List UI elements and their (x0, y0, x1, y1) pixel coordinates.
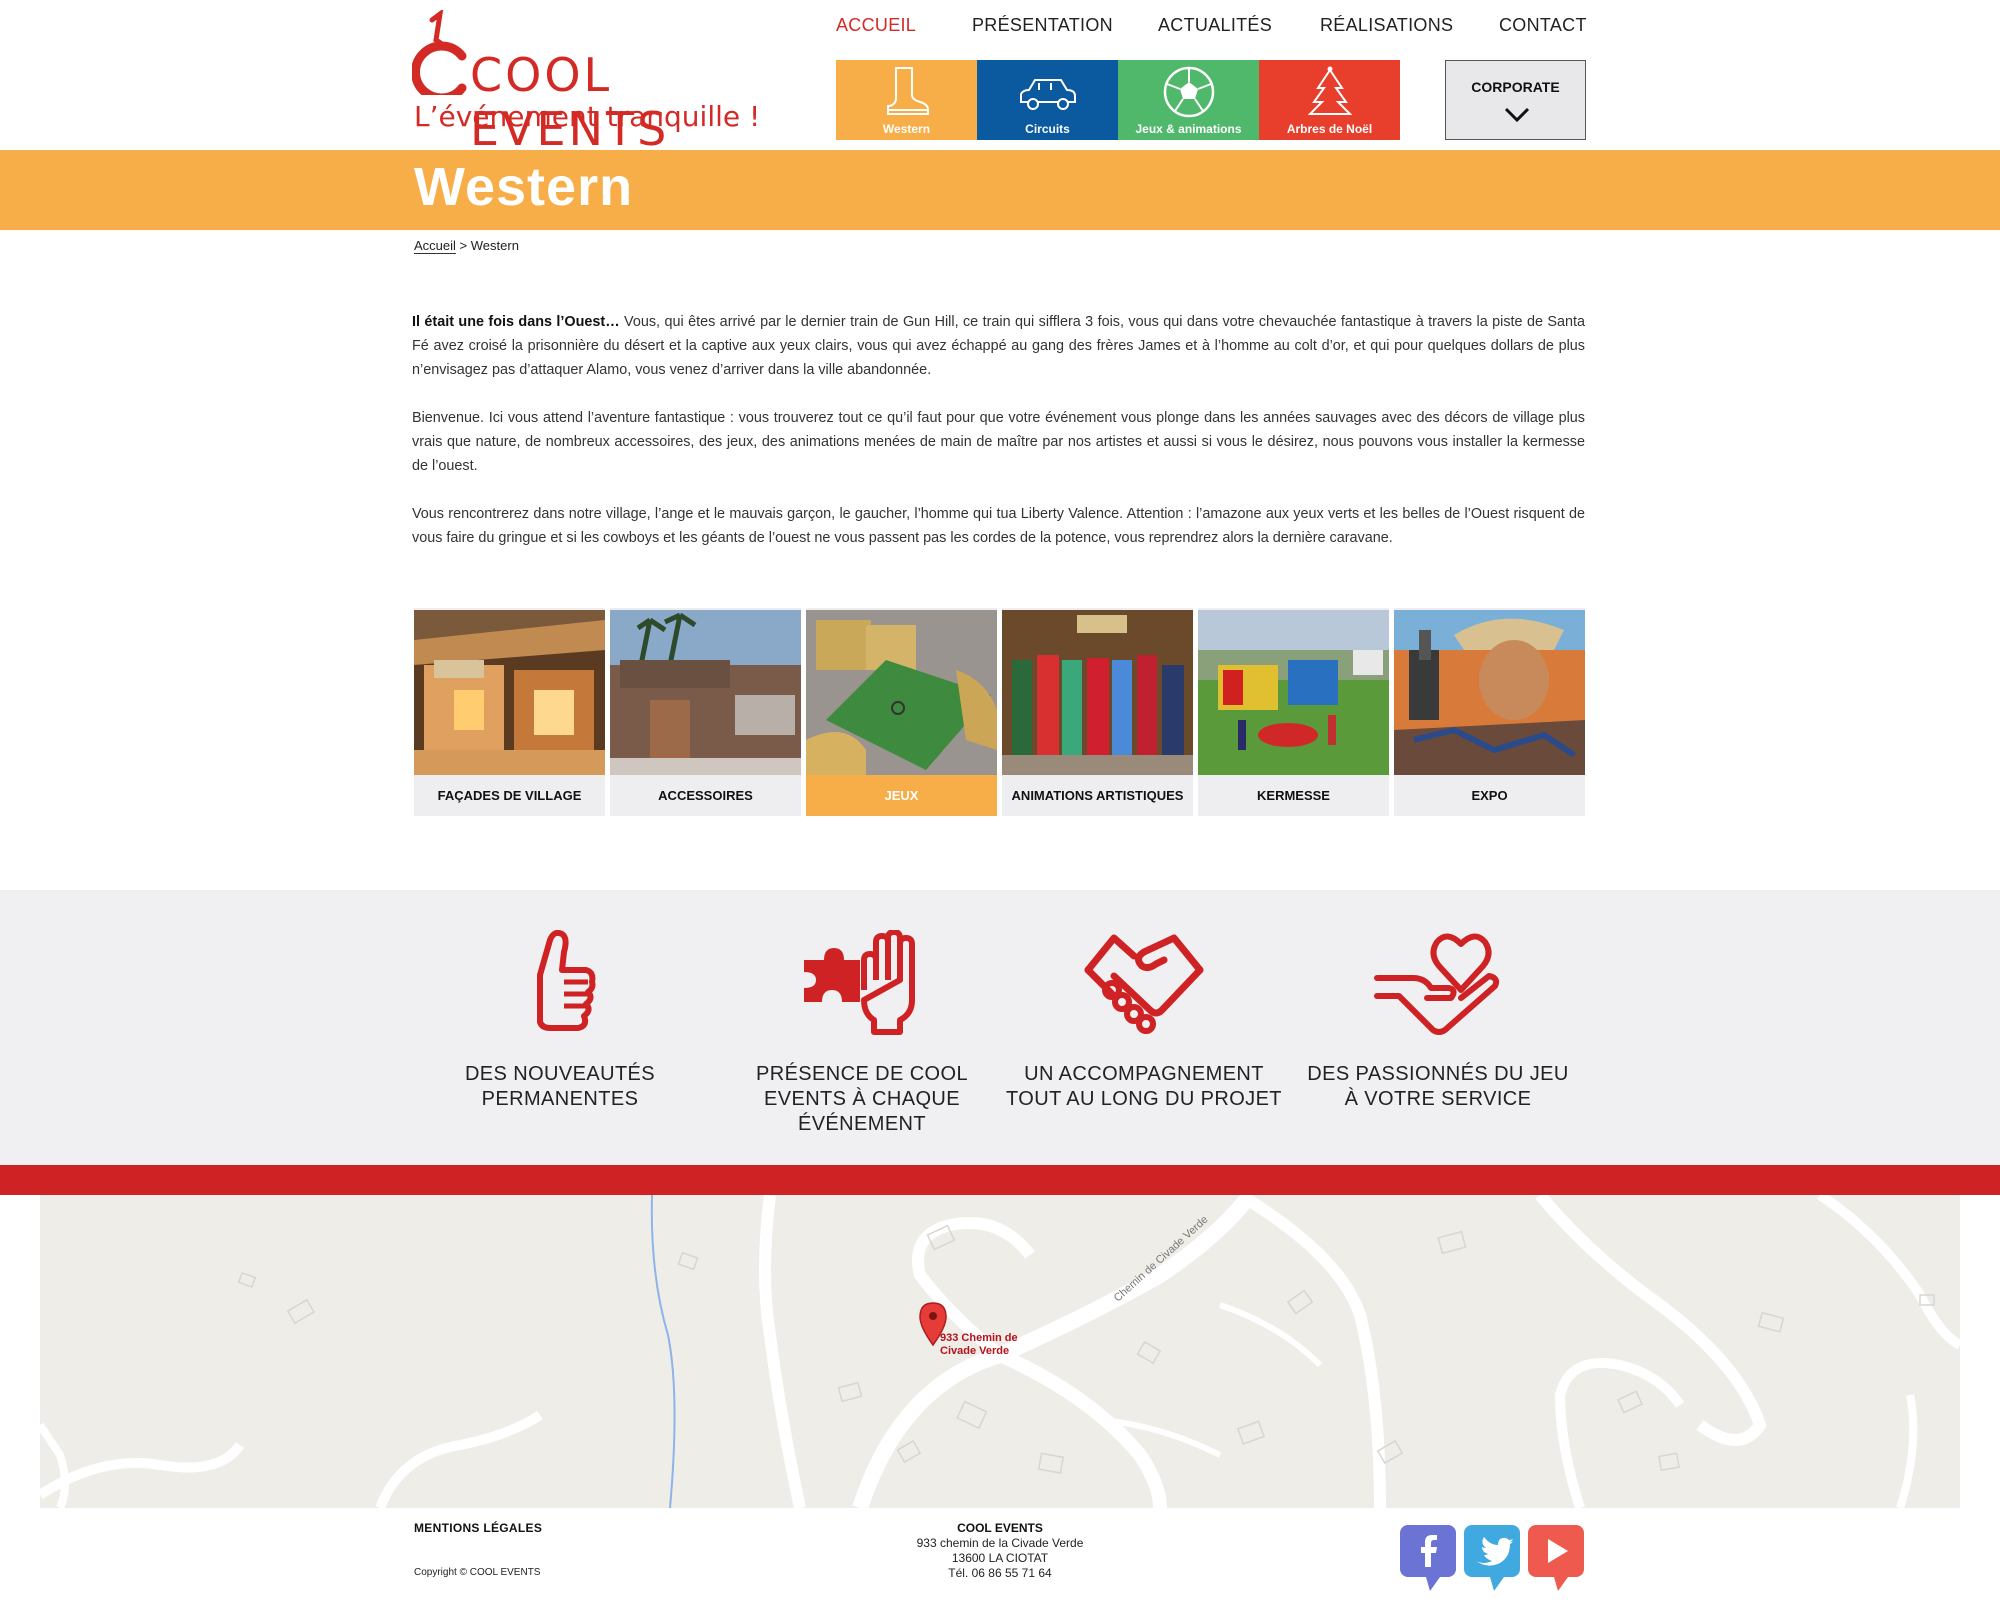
gallery-item-jeux[interactable]: JEUX (806, 608, 997, 816)
nav-actualites[interactable]: ACTUALITÉS (1158, 15, 1272, 36)
gallery-caption: EXPO (1471, 788, 1508, 803)
gallery-caption: KERMESSE (1257, 788, 1330, 803)
accessoires-photo (610, 610, 801, 775)
features-section: DES NOUVEAUTÉS PERMANENTES PRÉSENCE DE C… (0, 890, 2000, 1165)
category-label: Jeux & animations (1135, 122, 1242, 136)
christmas-tree-icon (1307, 66, 1352, 115)
gallery-item-accessoires[interactable]: ACCESSOIRES (610, 608, 801, 816)
category-label: Western (882, 122, 931, 136)
gallery-item-facades[interactable]: FAÇADES DE VILLAGE (414, 608, 605, 816)
category-western[interactable]: Western (836, 60, 977, 140)
category-noel[interactable]: Arbres de Noël (1259, 60, 1400, 140)
breadcrumb-separator: > (459, 238, 468, 253)
location-map[interactable]: Chemin de Civade Verde 933 Chemin de Civ… (40, 1195, 1960, 1508)
main-navigation: ACCUEIL PRÉSENTATION ACTUALITÉS RÉALISAT… (836, 15, 1586, 45)
nav-accueil[interactable]: ACCUEIL (836, 15, 916, 36)
puzzle-hand-icon (804, 930, 915, 1035)
twitter-icon (1464, 1525, 1520, 1591)
nav-realisations[interactable]: RÉALISATIONS (1320, 15, 1453, 36)
heart-hand-icon (1374, 933, 1500, 1035)
gallery-caption: FAÇADES DE VILLAGE (437, 788, 582, 803)
breadcrumb: Accueil > Western (414, 238, 519, 254)
feature-label: DES NOUVEAUTÉS PERMANENTES (464, 1063, 656, 1110)
footer-company: COOL EVENTS (957, 1521, 1043, 1535)
facebook-link[interactable] (1400, 1525, 1456, 1591)
pin-label-line: 933 Chemin de (940, 1332, 1018, 1344)
gallery-caption: ANIMATIONS ARTISTIQUES (1011, 788, 1184, 803)
copyright: Copyright © COOL EVENTS (414, 1567, 541, 1578)
feature-nouveautes: DES NOUVEAUTÉS PERMANENTES (420, 890, 700, 1165)
content-paragraph: Vous rencontrerez dans notre village, l’… (412, 506, 1585, 546)
main-content: Il était une fois dans l’Ouest… Vous, qu… (412, 310, 1585, 574)
gallery-caption: ACCESSOIRES (658, 788, 753, 803)
footer-address-line: 13600 LA CIOTAT (951, 1551, 1049, 1565)
feature-label: UN ACCOMPAGNEMENT TOUT AU LONG DU PROJET (1006, 1063, 1282, 1110)
gallery-item-expo[interactable]: EXPO (1394, 608, 1585, 816)
content-lead: Il était une fois dans l’Ouest… (412, 314, 620, 330)
map-pin-label: 933 Chemin de Civade Verde (940, 1332, 1018, 1358)
pin-label-line: Civade Verde (940, 1345, 1010, 1357)
kermesse-photo (1198, 610, 1389, 775)
expo-photo (1394, 610, 1585, 775)
thumbs-up-icon (537, 930, 596, 1031)
facades-photo (414, 610, 605, 775)
animations-photo (1002, 610, 1193, 775)
soccer-ball-icon (1163, 66, 1214, 118)
cowboy-boot-icon (886, 67, 929, 115)
nav-presentation[interactable]: PRÉSENTATION (972, 15, 1113, 36)
category-label: Arbres de Noël (1286, 122, 1373, 136)
facebook-icon (1400, 1525, 1456, 1591)
car-icon (1019, 79, 1076, 110)
gallery-item-kermesse[interactable]: KERMESSE (1198, 608, 1389, 816)
breadcrumb-home[interactable]: Accueil (414, 238, 456, 254)
chevron-down-icon (1504, 107, 1530, 123)
gallery-caption: JEUX (806, 775, 997, 816)
page-title: Western (414, 157, 634, 217)
feature-passionnes: DES PASSIONNÉS DU JEU À VOTRE SERVICE (1298, 890, 1578, 1165)
logo-tagline: L’événement tranquille ! (414, 100, 761, 133)
youtube-link[interactable] (1528, 1525, 1584, 1591)
legal-link[interactable]: MENTIONS LÉGALES (414, 1521, 542, 1535)
twitter-link[interactable] (1464, 1525, 1520, 1591)
gallery-item-animations[interactable]: ANIMATIONS ARTISTIQUES (1002, 608, 1193, 816)
youtube-icon (1528, 1525, 1584, 1591)
feature-presence: PRÉSENCE DE COOL EVENTS À CHAQUE ÉVÉNEME… (722, 890, 1002, 1165)
feature-label: DES PASSIONNÉS DU JEU À VOTRE SERVICE (1307, 1063, 1569, 1110)
nav-contact[interactable]: CONTACT (1499, 15, 1587, 36)
category-tiles: Western Circuits Jeux & animations Arbre… (836, 60, 1400, 140)
category-circuits[interactable]: Circuits (977, 60, 1118, 140)
category-gallery: FAÇADES DE VILLAGE ACCESSOIRES JEUX ANIM… (414, 608, 1586, 816)
footer-phone: Tél. 06 86 55 71 64 (948, 1566, 1052, 1580)
corporate-label: CORPORATE (1471, 79, 1560, 95)
feature-accompagnement: UN ACCOMPAGNEMENT TOUT AU LONG DU PROJET (1004, 890, 1284, 1165)
handshake-icon (1084, 934, 1204, 1034)
site-logo[interactable]: COOL EVENTS L’événement tranquille ! (412, 10, 760, 156)
page-banner: Western (0, 150, 2000, 230)
footer-address-line: 933 chemin de la Civade Verde (916, 1536, 1084, 1550)
breadcrumb-current: Western (470, 238, 519, 253)
footer-divider (0, 1165, 2000, 1195)
content-paragraph: Bienvenue. Ici vous attend l’aventure fa… (412, 410, 1585, 474)
content-paragraph: Il était une fois dans l’Ouest… Vous, qu… (412, 310, 1585, 382)
feature-label: PRÉSENCE DE COOL EVENTS À CHAQUE ÉVÉNEME… (755, 1063, 968, 1135)
category-jeux[interactable]: Jeux & animations (1118, 60, 1259, 140)
jeux-photo (806, 610, 997, 775)
corporate-dropdown[interactable]: CORPORATE (1445, 60, 1586, 140)
footer-address: COOL EVENTS 933 chemin de la Civade Verd… (850, 1521, 1150, 1581)
category-label: Circuits (1025, 122, 1070, 136)
